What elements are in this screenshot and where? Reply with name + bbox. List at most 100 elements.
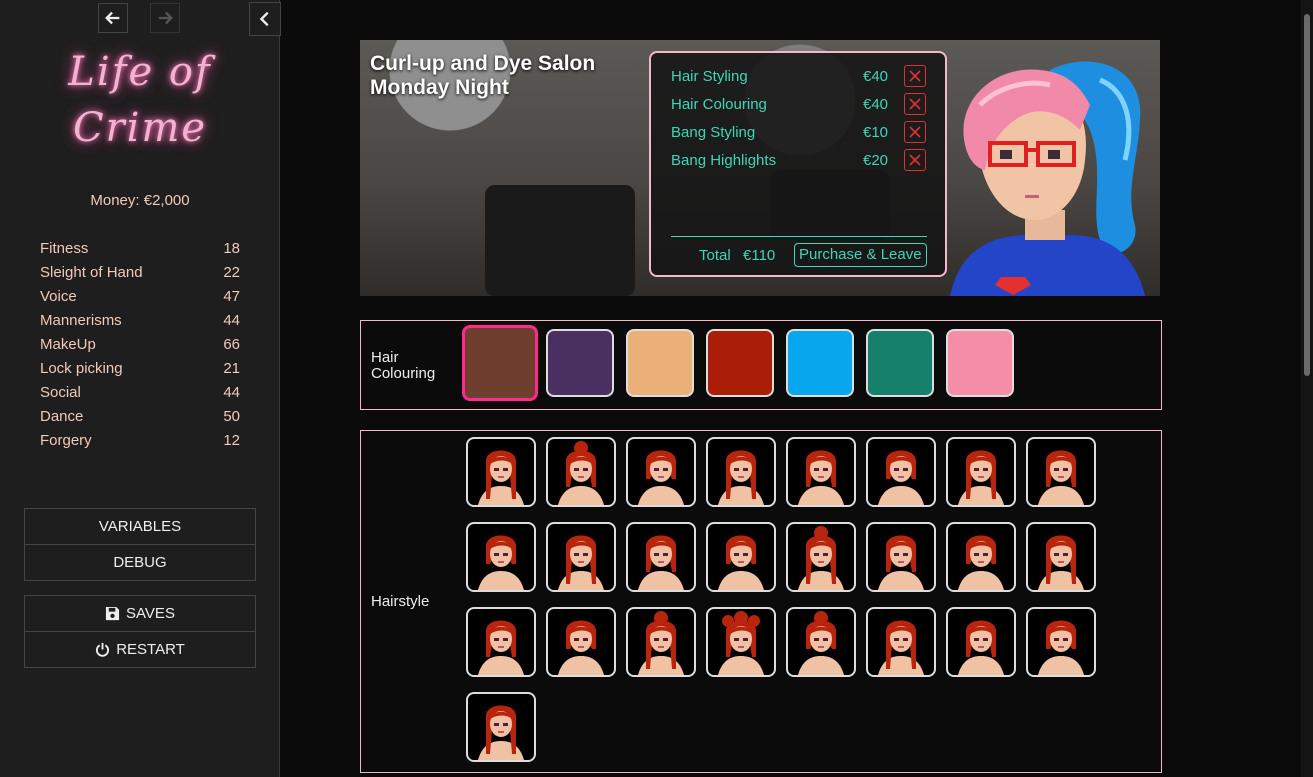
location-title: Curl-up and Dye Salon Monday Night [370, 52, 595, 100]
stat-label: Voice [40, 288, 77, 305]
receipt-line-item: Bang Styling €10 [671, 121, 927, 145]
stats-list: Fitness 18 Sleight of Hand 22 Voice 47 Manneri… [40, 237, 240, 453]
hairstyle-option[interactable] [626, 522, 696, 592]
arrow-right-icon [158, 11, 173, 25]
hair-colouring-panel: Hair Colouring [360, 320, 1162, 410]
time-of-day: Monday Night [370, 76, 509, 99]
receipt-line-item: Hair Colouring €40 [671, 93, 927, 117]
restart-label: RESTART [116, 641, 185, 658]
hairstyle-avatar-icon [798, 526, 844, 590]
hairstyle-option[interactable] [866, 607, 936, 677]
hairstyle-option[interactable] [866, 522, 936, 592]
hairstyle-avatar-icon [718, 535, 764, 590]
scrollbar[interactable] [1301, 0, 1313, 777]
hair-colour-swatch[interactable] [462, 325, 538, 401]
hairstyle-avatar-icon [478, 705, 524, 760]
hairstyle-avatar-icon [798, 611, 844, 675]
stat-value: 21 [223, 360, 240, 377]
stat-label: Lock picking [40, 360, 123, 377]
hair-colour-swatch[interactable] [546, 329, 614, 397]
remove-item-button[interactable] [904, 121, 926, 143]
hairstyle-avatar-icon [478, 450, 524, 505]
stat-row: Forgery 12 [40, 429, 240, 453]
money-display: Money: €2,000 [90, 192, 190, 209]
remove-item-button[interactable] [904, 65, 926, 87]
service-price: €20 [863, 152, 889, 169]
saves-button[interactable]: SAVES [25, 596, 255, 632]
hairstyle-panel: Hairstyle [360, 430, 1162, 773]
hair-colouring-label-line1: Hair [371, 349, 399, 366]
stat-label: Forgery [40, 432, 92, 449]
hairstyle-option[interactable] [786, 437, 856, 507]
scrollbar-thumb[interactable] [1304, 14, 1310, 376]
back-button[interactable] [98, 3, 128, 33]
hairstyle-option[interactable] [1026, 607, 1096, 677]
hairstyle-option[interactable] [946, 437, 1016, 507]
hairstyle-option[interactable] [946, 607, 1016, 677]
hairstyle-avatar-icon [558, 535, 604, 590]
salon-banner: Curl-up and Dye Salon Monday Night Hair … [360, 40, 1160, 296]
hairstyle-option[interactable] [546, 607, 616, 677]
stat-label: Sleight of Hand [40, 264, 143, 281]
remove-item-button[interactable] [904, 149, 926, 171]
hairstyle-avatar-icon [558, 620, 604, 675]
hairstyle-option[interactable] [466, 437, 536, 507]
hair-colour-swatch[interactable] [706, 329, 774, 397]
hairstyle-option[interactable] [786, 522, 856, 592]
hairstyle-option[interactable] [706, 437, 776, 507]
sidebar: Life of Crime Money: €2,000 Fitness 18 Sle… [0, 0, 281, 777]
stat-value: 44 [223, 312, 240, 329]
hairstyle-avatar-icon [638, 450, 684, 505]
stat-value: 18 [223, 240, 240, 257]
hairstyle-option[interactable] [546, 522, 616, 592]
stat-row: Social 44 [40, 381, 240, 405]
service-name: Bang Highlights [671, 152, 777, 169]
hairstyle-option[interactable] [626, 607, 696, 677]
service-name: Hair Colouring [671, 96, 767, 113]
hair-colour-swatch[interactable] [786, 329, 854, 397]
receipt-line-item: Bang Highlights €20 [671, 149, 927, 173]
hairstyle-option[interactable] [946, 522, 1016, 592]
hairstyle-avatar-icon [558, 441, 604, 505]
hairstyle-option[interactable] [1026, 522, 1096, 592]
game-menu: SAVES RESTART [24, 595, 256, 668]
hairstyle-option[interactable] [626, 437, 696, 507]
hairstyle-label: Hairstyle [371, 593, 430, 610]
hairstyle-avatar-icon [638, 535, 684, 590]
hairstyle-avatar-icon [878, 620, 924, 675]
remove-item-button[interactable] [904, 93, 926, 115]
hairstyle-option[interactable] [466, 607, 536, 677]
hairstyle-option[interactable] [706, 607, 776, 677]
stat-label: Dance [40, 408, 84, 425]
hairstyle-option[interactable] [466, 522, 536, 592]
stat-row: Mannerisms 44 [40, 309, 240, 333]
variables-button[interactable]: VARIABLES [25, 509, 255, 545]
hairstyle-avatar-icon [718, 450, 764, 505]
debug-button[interactable]: DEBUG [25, 545, 255, 580]
service-name: Hair Styling [671, 68, 748, 85]
stat-row: MakeUp 66 [40, 333, 240, 357]
hairstyle-option[interactable] [786, 607, 856, 677]
purchase-and-leave-button[interactable]: Purchase & Leave [794, 243, 927, 267]
total-label: Total [699, 247, 731, 264]
hairstyle-option[interactable] [706, 522, 776, 592]
service-name: Bang Styling [671, 124, 756, 141]
hairstyle-avatar-icon [798, 450, 844, 505]
hairstyle-option[interactable] [546, 437, 616, 507]
forward-button[interactable] [150, 3, 180, 33]
restart-button[interactable]: RESTART [25, 632, 255, 667]
hair-colour-swatch[interactable] [866, 329, 934, 397]
hair-colouring-label-line2: Colouring [371, 365, 436, 382]
salon-name: Curl-up and Dye Salon [370, 52, 596, 75]
collapse-sidebar-button[interactable] [249, 2, 281, 36]
chevron-left-icon [259, 11, 269, 27]
hairstyle-option[interactable] [866, 437, 936, 507]
stat-value: 50 [223, 408, 240, 425]
hair-colour-swatch[interactable] [946, 329, 1014, 397]
hair-colour-swatch[interactable] [626, 329, 694, 397]
hairstyle-avatar-icon [478, 620, 524, 675]
hairstyle-option[interactable] [466, 692, 536, 762]
hairstyle-avatar-icon [958, 620, 1004, 675]
hairstyle-option[interactable] [1026, 437, 1096, 507]
service-price: €10 [863, 124, 889, 141]
